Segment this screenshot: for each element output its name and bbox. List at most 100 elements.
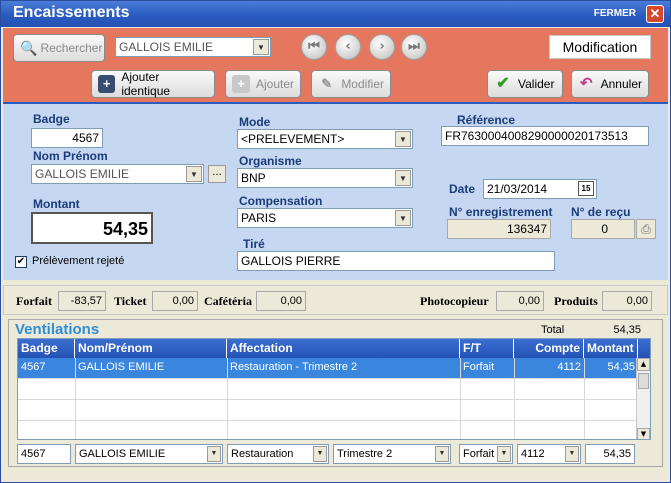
cell-compte: 4112 [557,361,581,373]
montant-field[interactable]: 54,35 [31,212,153,244]
edit-compte-combo[interactable]: 4112 ▼ [517,444,581,464]
table-row[interactable]: 4567 GALLOIS EMILIE Restauration - Trime… [18,358,638,378]
edit-periode-combo[interactable]: Trimestre 2 ▼ [333,444,451,464]
compensation-combo[interactable]: PARIS ▼ [237,208,413,228]
chevron-down-icon[interactable]: ▼ [435,446,449,462]
chevron-down-icon[interactable]: ▼ [395,131,411,147]
ajouter-label: Ajouter [255,77,294,91]
col-header-montant[interactable]: Montant [584,339,638,358]
edit-periode-value: Trimestre 2 [337,448,393,460]
enregistrement-field: 136347 [447,219,551,239]
cell-montant: 54,35 [607,361,635,373]
col-divider [227,358,228,439]
edit-badge-field[interactable]: 4567 [17,444,71,464]
ventilations-title: Ventilations [15,321,100,338]
edit-ft-combo[interactable]: Forfait ▼ [459,444,513,464]
col-header-badge[interactable]: Badge [18,339,75,358]
photocopieur-label: Photocopieur [420,294,489,308]
cafeteria-value: 0,00 [256,291,306,311]
organisme-combo[interactable]: BNP ▼ [237,168,413,188]
col-divider [514,358,515,439]
organisme-combo-value: BNP [241,171,266,185]
cell-nom: GALLOIS EMILIE [78,361,165,373]
valider-label: Valider [518,77,555,91]
chevron-down-icon[interactable]: ▼ [186,166,202,182]
ajouter-button[interactable]: + Ajouter [225,70,301,98]
search-button-label: Rechercher [40,41,103,55]
cell-badge: 4567 [21,361,46,373]
search-button[interactable]: 🔍 Rechercher [13,34,105,62]
edit-affectation-combo[interactable]: Restauration ▼ [227,444,329,464]
add-copy-icon: + [98,75,116,93]
annuler-button[interactable]: ↶ Annuler [571,70,649,98]
col-header-ft[interactable]: F/T [460,339,514,358]
chevron-down-icon[interactable]: ▼ [313,446,327,462]
chevron-down-icon[interactable]: ▼ [395,170,411,186]
edit-affectation-value: Restauration [231,448,294,460]
rejete-label: Prélèvement rejeté [32,255,125,267]
chevron-down-icon[interactable]: ▼ [497,446,511,462]
mode-indicator: Modification [549,35,651,59]
close-label[interactable]: FERMER [594,8,636,19]
mode-combo-value: <PRELEVEMENT> [241,132,345,146]
rejete-checkbox[interactable]: ✔ [15,256,27,268]
ajouter-identique-button[interactable]: + Ajouter identique [91,70,215,98]
close-icon[interactable]: ✕ [646,5,664,23]
annuler-label: Annuler [600,77,642,91]
produits-value: 0,00 [602,291,652,311]
organisme-label: Organisme [239,154,302,168]
add-icon: + [232,75,250,93]
col-header-compte[interactable]: Compte [514,339,584,358]
search-combo[interactable]: GALLOIS EMILIE ▼ [115,37,271,57]
totals-bar: Forfait -83,57 Ticket 0,00 Cafétéria 0,0… [3,285,668,315]
next-record-button[interactable]: › [369,34,395,60]
nom-combo[interactable]: GALLOIS EMILIE ▼ [31,164,204,184]
badge-label: Badge [33,112,70,126]
scroll-thumb[interactable] [638,373,649,389]
last-record-button[interactable]: ⏭ [401,34,427,60]
mode-combo[interactable]: <PRELEVEMENT> ▼ [237,129,413,149]
edit-nom-value: GALLOIS EMILIE [79,448,166,460]
chevron-down-icon[interactable]: ▼ [207,446,221,462]
chevron-down-icon[interactable]: ▼ [253,39,269,55]
forfait-label: Forfait [16,294,52,308]
scroll-down-icon[interactable]: ▼ [637,428,650,439]
chevron-down-icon[interactable]: ▼ [395,210,411,226]
col-header-nom[interactable]: Nom/Prénom [75,339,227,358]
row-divider [18,378,638,379]
tire-field[interactable]: GALLOIS PIERRE [237,251,555,271]
undo-icon: ↶ [580,75,593,92]
edit-icon: ✎ [321,76,333,91]
ticket-label: Ticket [114,294,147,308]
modifier-button[interactable]: ✎ Modifier [311,70,391,98]
ajouter-identique-label: Ajouter identique [121,70,171,98]
compensation-combo-value: PARIS [241,211,277,225]
ventilations-panel: Ventilations Total 54,35 Badge Nom/Préno… [8,319,663,467]
window-title: Encaissements [13,4,130,21]
date-value: 21/03/2014 [487,182,548,196]
date-field[interactable]: 21/03/2014 15 [483,179,597,199]
ticket-value: 0,00 [152,291,198,311]
date-label: Date [449,182,476,196]
calendar-icon[interactable]: 15 [578,181,594,196]
produits-label: Produits [554,294,598,308]
prev-record-button[interactable]: ‹ [335,34,361,60]
tire-label: Tiré [243,237,265,251]
badge-field[interactable]: 4567 [31,128,103,148]
first-record-button[interactable]: ⏮ [301,34,327,60]
browse-button[interactable]: ... [208,165,226,183]
reference-label: Référence [457,113,516,127]
edit-montant-field[interactable]: 54,35 [585,444,635,464]
nom-label: Nom Prénom [33,149,108,163]
edit-nom-combo[interactable]: GALLOIS EMILIE ▼ [75,444,223,464]
printer-icon[interactable]: ⎙ [636,219,656,239]
col-header-affectation[interactable]: Affectation [227,339,460,358]
chevron-down-icon[interactable]: ▼ [565,446,579,462]
reference-field[interactable]: FR7630004008290000020173513 [441,126,649,146]
scroll-up-icon[interactable]: ▲ [637,358,650,371]
montant-label: Montant [33,197,80,211]
enregistrement-label: N° enregistrement [449,205,553,219]
table-scrollbar[interactable]: ▲ ▼ [636,358,650,439]
valider-button[interactable]: ✔ Valider [487,70,563,98]
nom-combo-value: GALLOIS EMILIE [35,167,130,181]
